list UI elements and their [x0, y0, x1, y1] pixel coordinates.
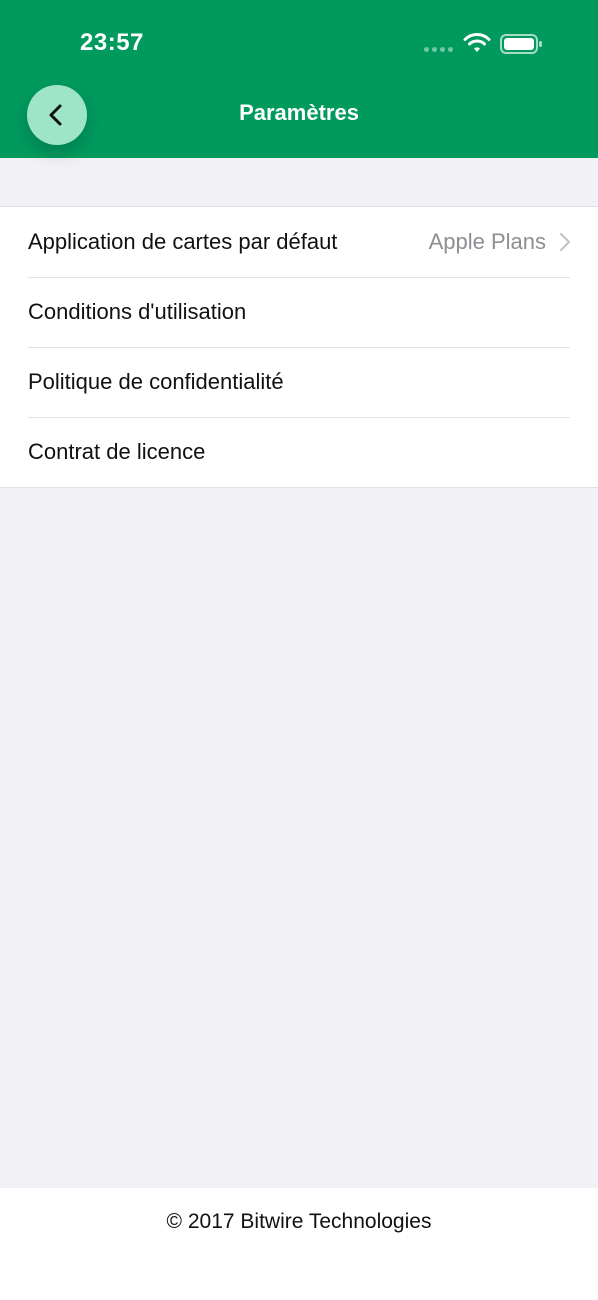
copyright-text: © 2017 Bitwire Technologies	[166, 1210, 432, 1233]
header-bar: 23:57 Paramètres	[0, 0, 598, 158]
footer: © 2017 Bitwire Technologies	[0, 1188, 598, 1300]
default-maps-app-row[interactable]: Application de cartes par défaut Apple P…	[0, 207, 598, 277]
row-label: Politique de confidentialité	[28, 369, 284, 394]
page-title: Paramètres	[239, 100, 359, 125]
signal-dots-icon	[424, 47, 453, 52]
chevron-right-icon	[559, 232, 571, 252]
row-label: Application de cartes par défaut	[28, 229, 338, 254]
row-label: Contrat de licence	[28, 439, 206, 464]
battery-icon	[500, 34, 542, 54]
license-agreement-row[interactable]: Contrat de licence	[0, 417, 598, 487]
status-time: 23:57	[80, 29, 144, 56]
wifi-icon	[463, 33, 491, 52]
terms-of-use-row[interactable]: Conditions d'utilisation	[0, 277, 598, 347]
settings-screen: 23:57 Paramètres Application de cartes p…	[0, 0, 598, 1300]
row-value: Apple Plans	[428, 229, 546, 254]
row-label: Conditions d'utilisation	[28, 299, 247, 324]
settings-list: Application de cartes par défaut Apple P…	[0, 206, 598, 488]
privacy-policy-row[interactable]: Politique de confidentialité	[0, 347, 598, 417]
